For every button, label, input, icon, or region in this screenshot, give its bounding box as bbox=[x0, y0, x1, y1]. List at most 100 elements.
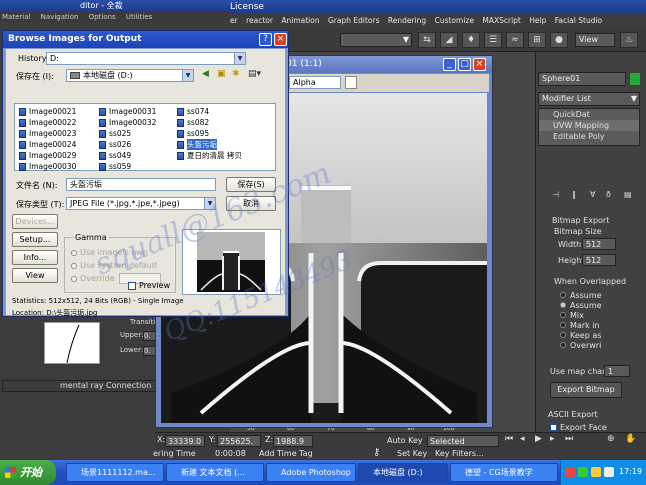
menu-item-maxscript[interactable]: MAXScript bbox=[482, 16, 521, 25]
file-item[interactable]: Image00021 bbox=[19, 106, 99, 117]
file-item[interactable]: Image00023 bbox=[19, 128, 99, 139]
overlap-option[interactable]: Keep as bbox=[560, 330, 640, 340]
auto-key-selected-combo[interactable]: Selected bbox=[427, 435, 499, 447]
set-key-button[interactable]: Set Key bbox=[397, 449, 427, 458]
network-tray-icon[interactable] bbox=[578, 467, 588, 477]
devices-button[interactable]: Devices... bbox=[12, 214, 58, 229]
z-coordinate-field[interactable]: 1988.9 bbox=[273, 435, 313, 447]
cancel-button[interactable]: 取消 bbox=[226, 196, 276, 211]
task-item-local-disk[interactable]: 本地磁盘 (D:) bbox=[358, 463, 448, 482]
stack-item-uvw-mapping[interactable]: UVW Mapping bbox=[539, 120, 639, 131]
width-field[interactable]: 512 bbox=[582, 238, 616, 250]
file-item[interactable]: Image00030 bbox=[19, 161, 99, 172]
overlap-option[interactable]: Mark in bbox=[560, 320, 640, 330]
curve-editor-icon[interactable]: ≈ bbox=[506, 32, 524, 48]
layer-icon[interactable]: ☰ bbox=[484, 32, 502, 48]
back-icon[interactable]: ◀ bbox=[202, 69, 209, 79]
task-item-maya-scene[interactable]: 场景1111112.ma... bbox=[66, 463, 164, 482]
stack-item-quickdat[interactable]: QuickDat bbox=[539, 109, 639, 120]
remove-modifier-icon[interactable]: ð bbox=[606, 190, 611, 199]
file-item[interactable]: Image00029 bbox=[19, 150, 99, 161]
overlap-option[interactable]: Mix bbox=[560, 310, 640, 320]
overlap-option[interactable]: Assume bbox=[560, 290, 640, 300]
pin-stack-icon[interactable]: ⊣ bbox=[552, 190, 559, 199]
output-curve-graph[interactable] bbox=[44, 322, 100, 364]
start-button[interactable]: 开始 bbox=[0, 460, 56, 485]
height-field[interactable]: 512 bbox=[582, 254, 616, 266]
preview-option[interactable]: Preview bbox=[128, 281, 170, 290]
menu-item-customize[interactable]: Customize bbox=[435, 16, 474, 25]
menu-item-graph-editors[interactable]: Graph Editors bbox=[328, 16, 380, 25]
help-icon[interactable]: ? bbox=[259, 33, 272, 46]
pan-icon[interactable]: ✋ bbox=[625, 434, 636, 444]
view-menu-icon[interactable]: ▤▾ bbox=[248, 69, 261, 79]
overlap-option[interactable]: Assume bbox=[560, 300, 640, 310]
maximize-icon[interactable]: □ bbox=[458, 58, 471, 71]
file-item[interactable]: Image00024 bbox=[19, 139, 99, 150]
selection-set-combo[interactable]: ▼ bbox=[340, 33, 412, 47]
auto-key-button[interactable]: Auto Key bbox=[387, 436, 423, 445]
modifier-list-combo[interactable]: Modifier List ▼ bbox=[538, 92, 640, 106]
object-color-swatch[interactable] bbox=[630, 73, 640, 85]
task-item-notepad[interactable]: 新建 文本文档 (... bbox=[166, 463, 264, 482]
render-teapot-icon[interactable]: ♨ bbox=[620, 32, 638, 48]
menu-item-material[interactable]: Material bbox=[2, 13, 30, 21]
key-icon[interactable]: ⚷ bbox=[373, 447, 380, 458]
play-icon[interactable]: ▶ bbox=[535, 434, 542, 444]
new-folder-icon[interactable]: ✱ bbox=[232, 69, 240, 79]
x-coordinate-field[interactable]: 33339.0 bbox=[165, 435, 205, 447]
view-button[interactable]: View bbox=[12, 268, 58, 283]
file-item[interactable]: ss025 bbox=[99, 128, 179, 139]
map-channel-field[interactable]: 1 bbox=[604, 365, 630, 377]
file-item[interactable]: Image00022 bbox=[19, 117, 99, 128]
minimize-icon[interactable]: _ bbox=[443, 58, 456, 71]
view-combo[interactable]: View bbox=[575, 33, 615, 47]
volume-tray-icon[interactable] bbox=[604, 467, 614, 477]
configure-sets-icon[interactable]: ▤ bbox=[624, 190, 632, 199]
antivirus-tray-icon[interactable] bbox=[565, 467, 575, 477]
zoom-icon[interactable]: ⊕ bbox=[607, 434, 615, 444]
file-item[interactable]: ss026 bbox=[99, 139, 179, 150]
dialog-title-bar[interactable]: Browse Images for Output bbox=[3, 31, 288, 48]
info-button[interactable]: Info... bbox=[12, 250, 58, 265]
make-unique-icon[interactable]: ∀ bbox=[590, 190, 595, 199]
menu-item-facial-studio[interactable]: Facial Studio bbox=[555, 16, 602, 25]
background-color-swatch[interactable] bbox=[345, 76, 357, 89]
task-item-photoshop[interactable]: Adobe Photoshop bbox=[266, 463, 356, 482]
up-folder-icon[interactable]: ▣ bbox=[217, 69, 226, 79]
timeline-ruler[interactable]: 50 60 70 80 90 100 bbox=[155, 425, 535, 434]
file-item[interactable]: Image00032 bbox=[99, 117, 179, 128]
next-frame-icon[interactable]: ▸ bbox=[550, 434, 555, 444]
file-item[interactable]: ss082 bbox=[177, 117, 275, 128]
gamma-option[interactable]: Use system default bbox=[71, 261, 157, 270]
goto-start-icon[interactable]: ⏮ bbox=[505, 434, 513, 444]
close-icon[interactable]: × bbox=[473, 58, 486, 71]
menu-item-reactor[interactable]: reactor bbox=[246, 16, 273, 25]
menu-item-rendering[interactable]: Rendering bbox=[388, 16, 426, 25]
file-item[interactable]: ss059 bbox=[99, 161, 179, 172]
key-filters-button[interactable]: Key Filters... bbox=[435, 449, 484, 458]
schematic-icon[interactable]: ⊞ bbox=[528, 32, 546, 48]
menu-item-navigation[interactable]: Navigation bbox=[41, 13, 79, 21]
goto-end-icon[interactable]: ⏭ bbox=[565, 434, 573, 444]
export-face-option[interactable]: Export Face bbox=[550, 423, 607, 432]
file-item[interactable]: 夏日的清晨 拷贝 bbox=[177, 150, 275, 161]
file-list[interactable]: Image00021 Image00022 Image00023 Image00… bbox=[14, 103, 276, 171]
gamma-option[interactable]: Override bbox=[71, 274, 115, 283]
close-icon[interactable]: × bbox=[274, 33, 287, 46]
file-item[interactable]: ss049 bbox=[99, 150, 179, 161]
named-selection-icon[interactable]: ⇆ bbox=[418, 32, 436, 48]
setup-button[interactable]: Setup... bbox=[12, 232, 58, 247]
material-editor-icon[interactable]: ● bbox=[550, 32, 568, 48]
gamma-option[interactable]: Use image's own bbox=[71, 248, 148, 257]
show-end-result-icon[interactable]: ‖ bbox=[572, 190, 576, 199]
align-icon[interactable]: ♦ bbox=[462, 32, 480, 48]
object-name-field[interactable]: Sphere01 bbox=[538, 72, 626, 86]
filetype-combo[interactable]: JPEG File (*.jpg,*.jpe,*.jpeg) ▼ bbox=[66, 197, 216, 210]
menu-item-help[interactable]: Help bbox=[529, 16, 546, 25]
menu-item[interactable]: er bbox=[230, 16, 238, 25]
file-item[interactable]: ss074 bbox=[177, 106, 275, 117]
menu-item-utilities[interactable]: Utilities bbox=[126, 13, 152, 21]
menu-item-animation[interactable]: Animation bbox=[281, 16, 319, 25]
history-combo[interactable]: D: ▼ bbox=[46, 52, 246, 65]
